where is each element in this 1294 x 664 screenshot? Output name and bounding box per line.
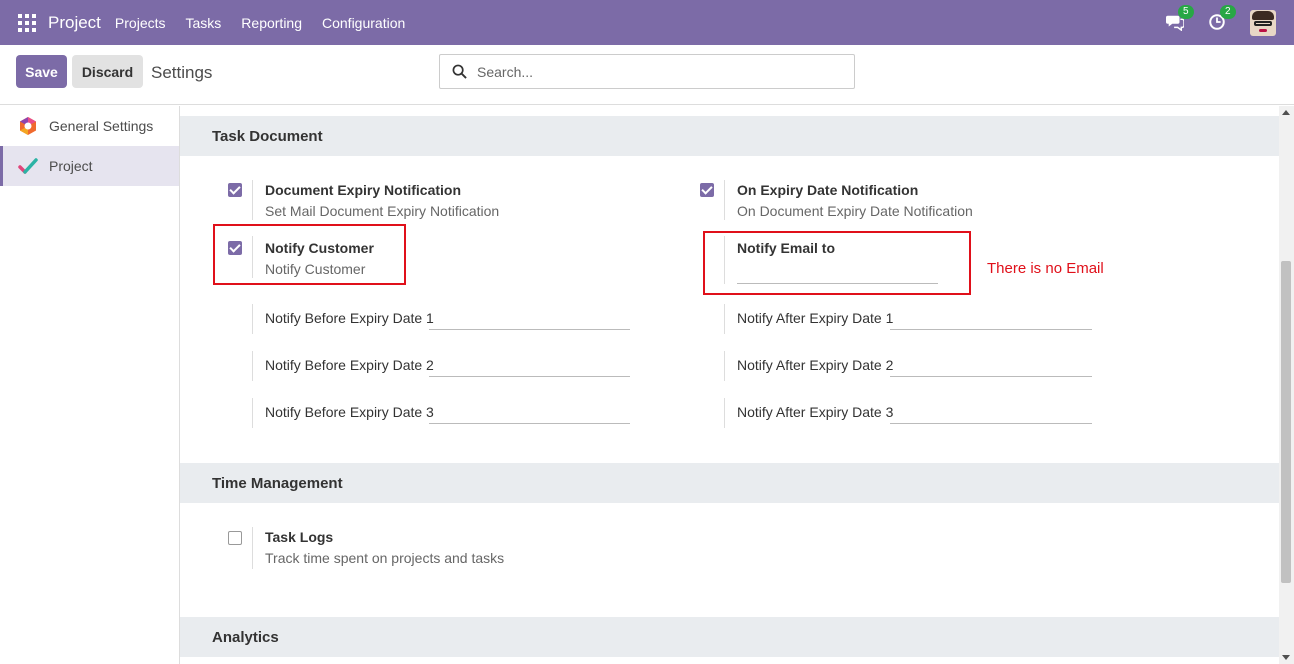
- notify-before-1-label: Notify Before Expiry Date 1: [265, 310, 434, 326]
- highlight-box-notify-customer: [213, 224, 406, 285]
- menu-reporting[interactable]: Reporting: [241, 15, 302, 31]
- discard-button[interactable]: Discard: [72, 55, 143, 88]
- activities-badge: 2: [1220, 4, 1236, 19]
- breadcrumb: Settings: [151, 63, 213, 82]
- on-expiry-checkbox[interactable]: [700, 183, 714, 197]
- scrollbar-thumb[interactable]: [1281, 261, 1291, 583]
- messages-button[interactable]: 5: [1166, 4, 1194, 33]
- sidebar-item-label: Project: [49, 158, 93, 174]
- task-logs-desc: Track time spent on projects and tasks: [265, 550, 505, 566]
- control-panel: Save Discard Settings: [0, 45, 1294, 105]
- on-expiry-title: On Expiry Date Notification: [737, 182, 919, 198]
- project-check-icon: [18, 158, 38, 174]
- messages-badge: 5: [1178, 4, 1194, 19]
- app-brand[interactable]: Project: [48, 13, 101, 33]
- odoo-hexagon-icon: [20, 117, 36, 135]
- doc-expiry-title: Document Expiry Notification: [265, 182, 462, 198]
- doc-expiry-checkbox[interactable]: [228, 183, 242, 197]
- section-header-analytics: Analytics: [180, 617, 1279, 657]
- menu-configuration[interactable]: Configuration: [322, 15, 405, 31]
- vertical-scrollbar[interactable]: [1279, 106, 1294, 664]
- divider: [724, 351, 725, 381]
- search-box[interactable]: [439, 54, 855, 89]
- section-header-task-document: Task Document: [180, 116, 1279, 156]
- divider: [252, 527, 253, 569]
- apps-menu-icon[interactable]: [18, 13, 36, 32]
- notify-after-1-label: Notify After Expiry Date 1: [737, 310, 894, 326]
- notify-after-3-input[interactable]: [890, 423, 1092, 424]
- settings-sidebar: General Settings Project: [0, 106, 180, 664]
- highlight-box-notify-email: [703, 231, 971, 295]
- divider: [252, 304, 253, 334]
- sidebar-item-general-settings[interactable]: General Settings: [0, 106, 179, 146]
- top-navbar: Project Projects Tasks Reporting Configu…: [0, 0, 1294, 45]
- section-header-time-management: Time Management: [180, 463, 1279, 503]
- menu-tasks[interactable]: Tasks: [186, 15, 222, 31]
- divider: [252, 180, 253, 220]
- doc-expiry-desc: Set Mail Document Expiry Notification: [265, 203, 500, 219]
- save-button[interactable]: Save: [16, 55, 67, 88]
- activities-button[interactable]: 2: [1208, 4, 1236, 33]
- notify-after-2-label: Notify After Expiry Date 2: [737, 357, 894, 373]
- annotation-note: There is no Email: [987, 260, 1104, 277]
- notify-after-1-input[interactable]: [890, 329, 1092, 330]
- notify-before-3-label: Notify Before Expiry Date 3: [265, 404, 434, 420]
- search-input[interactable]: [477, 63, 827, 80]
- user-avatar[interactable]: [1250, 9, 1276, 36]
- notify-before-3-input[interactable]: [429, 423, 630, 424]
- notify-after-3-label: Notify After Expiry Date 3: [737, 404, 894, 420]
- scroll-up-icon[interactable]: [1282, 110, 1290, 115]
- task-logs-checkbox[interactable]: [228, 531, 242, 545]
- divider: [724, 398, 725, 428]
- sidebar-item-label: General Settings: [49, 118, 154, 134]
- task-logs-title: Task Logs: [265, 529, 334, 545]
- notify-after-2-input[interactable]: [890, 376, 1092, 377]
- notify-before-2-label: Notify Before Expiry Date 2: [265, 357, 434, 373]
- scroll-down-icon[interactable]: [1282, 655, 1290, 660]
- notify-before-2-input[interactable]: [429, 376, 630, 377]
- on-expiry-desc: On Document Expiry Date Notification: [737, 203, 973, 219]
- divider: [252, 351, 253, 381]
- menu-projects[interactable]: Projects: [115, 15, 166, 31]
- search-icon: [452, 64, 467, 79]
- notify-before-1-input[interactable]: [429, 329, 630, 330]
- sidebar-item-project[interactable]: Project: [0, 146, 179, 186]
- divider: [724, 180, 725, 220]
- settings-content: Task Document Document Expiry Notificati…: [180, 106, 1279, 664]
- divider: [724, 304, 725, 334]
- divider: [252, 398, 253, 428]
